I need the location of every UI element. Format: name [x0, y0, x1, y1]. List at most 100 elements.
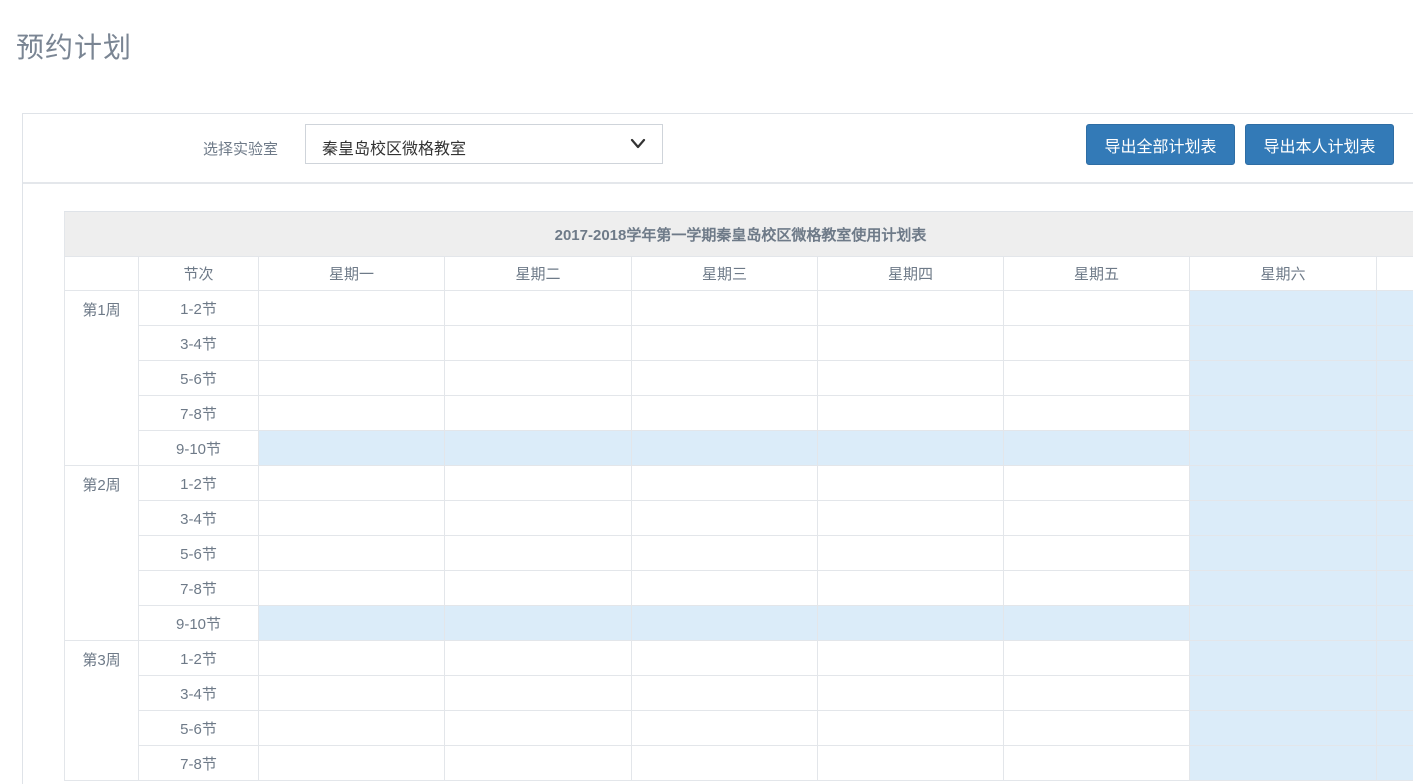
schedule-cell[interactable] — [1004, 746, 1190, 781]
schedule-cell[interactable] — [1004, 711, 1190, 746]
schedule-cell[interactable] — [818, 291, 1004, 326]
schedule-cell[interactable] — [818, 361, 1004, 396]
schedule-cell[interactable] — [445, 361, 632, 396]
schedule-cell[interactable] — [1004, 571, 1190, 606]
schedule-cell[interactable] — [818, 641, 1004, 676]
schedule-cell[interactable] — [818, 466, 1004, 501]
schedule-cell[interactable] — [259, 536, 445, 571]
schedule-cell[interactable] — [445, 606, 632, 641]
schedule-cell[interactable] — [632, 466, 818, 501]
schedule-cell[interactable] — [259, 606, 445, 641]
export-mine-button[interactable]: 导出本人计划表 — [1245, 124, 1394, 165]
schedule-cell[interactable] — [1377, 291, 1413, 326]
schedule-cell[interactable] — [1004, 641, 1190, 676]
schedule-cell[interactable] — [259, 571, 445, 606]
schedule-cell[interactable] — [259, 746, 445, 781]
schedule-cell[interactable] — [445, 431, 632, 466]
schedule-cell[interactable] — [445, 466, 632, 501]
schedule-cell[interactable] — [1377, 536, 1413, 571]
schedule-cell[interactable] — [1377, 711, 1413, 746]
schedule-cell[interactable] — [1190, 606, 1377, 641]
schedule-cell[interactable] — [1190, 326, 1377, 361]
schedule-cell[interactable] — [632, 326, 818, 361]
schedule-cell[interactable] — [1004, 326, 1190, 361]
schedule-cell[interactable] — [1004, 396, 1190, 431]
schedule-cell[interactable] — [259, 711, 445, 746]
schedule-cell[interactable] — [632, 536, 818, 571]
schedule-cell[interactable] — [818, 571, 1004, 606]
schedule-cell[interactable] — [1377, 396, 1413, 431]
schedule-cell[interactable] — [632, 606, 818, 641]
schedule-cell[interactable] — [1190, 571, 1377, 606]
schedule-cell[interactable] — [1377, 361, 1413, 396]
schedule-cell[interactable] — [1377, 326, 1413, 361]
schedule-cell[interactable] — [818, 676, 1004, 711]
schedule-cell[interactable] — [259, 676, 445, 711]
schedule-cell[interactable] — [632, 571, 818, 606]
schedule-cell[interactable] — [1004, 431, 1190, 466]
schedule-cell[interactable] — [632, 676, 818, 711]
schedule-cell[interactable] — [445, 291, 632, 326]
schedule-cell[interactable] — [632, 746, 818, 781]
schedule-cell[interactable] — [1377, 746, 1413, 781]
schedule-cell[interactable] — [1190, 711, 1377, 746]
schedule-cell[interactable] — [1190, 396, 1377, 431]
schedule-cell[interactable] — [1004, 466, 1190, 501]
schedule-cell[interactable] — [1377, 571, 1413, 606]
schedule-cell[interactable] — [259, 501, 445, 536]
export-all-button[interactable]: 导出全部计划表 — [1086, 124, 1235, 165]
schedule-cell[interactable] — [1377, 641, 1413, 676]
schedule-cell[interactable] — [1190, 676, 1377, 711]
schedule-cell[interactable] — [445, 571, 632, 606]
schedule-cell[interactable] — [1004, 536, 1190, 571]
schedule-cell[interactable] — [1190, 466, 1377, 501]
schedule-cell[interactable] — [818, 746, 1004, 781]
schedule-cell[interactable] — [1190, 536, 1377, 571]
schedule-cell[interactable] — [818, 606, 1004, 641]
schedule-cell[interactable] — [1377, 431, 1413, 466]
schedule-cell[interactable] — [818, 396, 1004, 431]
schedule-cell[interactable] — [445, 501, 632, 536]
schedule-cell[interactable] — [1004, 676, 1190, 711]
schedule-cell[interactable] — [259, 326, 445, 361]
schedule-cell[interactable] — [818, 536, 1004, 571]
schedule-cell[interactable] — [632, 291, 818, 326]
schedule-cell[interactable] — [445, 536, 632, 571]
schedule-cell[interactable] — [259, 641, 445, 676]
schedule-cell[interactable] — [818, 711, 1004, 746]
schedule-cell[interactable] — [632, 431, 818, 466]
schedule-cell[interactable] — [632, 396, 818, 431]
schedule-cell[interactable] — [445, 396, 632, 431]
schedule-cell[interactable] — [1004, 606, 1190, 641]
schedule-cell[interactable] — [1190, 431, 1377, 466]
schedule-cell[interactable] — [1377, 676, 1413, 711]
schedule-cell[interactable] — [259, 431, 445, 466]
schedule-cell[interactable] — [1190, 501, 1377, 536]
schedule-cell[interactable] — [818, 431, 1004, 466]
schedule-cell[interactable] — [1377, 466, 1413, 501]
schedule-cell[interactable] — [1377, 606, 1413, 641]
schedule-cell[interactable] — [632, 711, 818, 746]
lab-select[interactable]: 秦皇岛校区微格教室 — [305, 124, 663, 164]
schedule-cell[interactable] — [259, 361, 445, 396]
schedule-cell[interactable] — [259, 466, 445, 501]
schedule-cell[interactable] — [818, 501, 1004, 536]
schedule-cell[interactable] — [445, 711, 632, 746]
schedule-cell[interactable] — [632, 501, 818, 536]
schedule-cell[interactable] — [632, 641, 818, 676]
schedule-cell[interactable] — [1190, 361, 1377, 396]
schedule-cell[interactable] — [445, 641, 632, 676]
schedule-cell[interactable] — [1004, 291, 1190, 326]
schedule-cell[interactable] — [1190, 291, 1377, 326]
schedule-cell[interactable] — [445, 746, 632, 781]
schedule-cell[interactable] — [445, 326, 632, 361]
schedule-cell[interactable] — [1004, 501, 1190, 536]
schedule-cell[interactable] — [259, 291, 445, 326]
schedule-cell[interactable] — [259, 396, 445, 431]
schedule-cell[interactable] — [632, 361, 818, 396]
schedule-cell[interactable] — [1190, 746, 1377, 781]
schedule-cell[interactable] — [1377, 501, 1413, 536]
schedule-cell[interactable] — [445, 676, 632, 711]
schedule-cell[interactable] — [1190, 641, 1377, 676]
schedule-cell[interactable] — [1004, 361, 1190, 396]
